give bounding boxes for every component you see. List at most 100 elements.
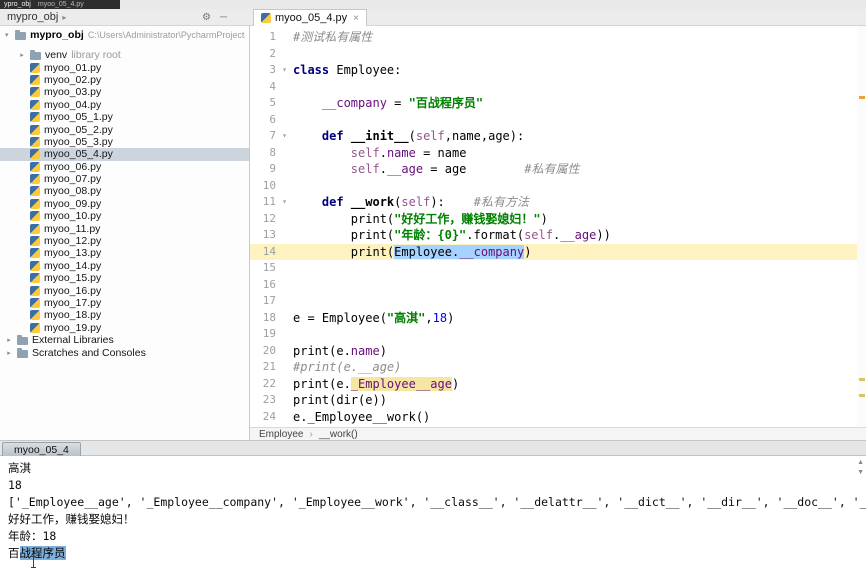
code-line-8[interactable]: 8 self.name = name bbox=[250, 145, 866, 162]
settings-gear-icon[interactable]: ⚙ bbox=[202, 11, 211, 24]
console-output-line-1: 高淇 bbox=[8, 460, 866, 477]
project-item-myoo_04-py[interactable]: myoo_04.py bbox=[0, 99, 249, 111]
expand-arrow-icon[interactable]: ▸ bbox=[5, 349, 13, 357]
item-name-label: myoo_07.py bbox=[44, 173, 102, 186]
fold-arrow-icon[interactable]: ▾ bbox=[276, 128, 293, 145]
project-root-row[interactable]: ▾ mypro_obj C:\Users\Administrator\Pycha… bbox=[0, 26, 249, 43]
expand-arrow-icon[interactable]: ▸ bbox=[5, 336, 13, 344]
code-token: 高淇 bbox=[8, 461, 31, 475]
editor-tab-myoo-05-4[interactable]: myoo_05_4.py × bbox=[253, 9, 368, 26]
expand-arrow-icon[interactable]: ▸ bbox=[18, 51, 26, 59]
code-line-11[interactable]: 11 ▾ def __work(self): #私有方法 bbox=[250, 194, 866, 211]
project-item-myoo_08-py[interactable]: myoo_08.py bbox=[0, 185, 249, 197]
code-line-24[interactable]: 24 e._Employee__work() bbox=[250, 409, 866, 426]
project-item-venv[interactable]: ▸ venv library root bbox=[0, 49, 249, 61]
code-line-14[interactable]: 14 print(Employee.__company) bbox=[250, 243, 866, 260]
fold-arrow-icon[interactable]: ▾ bbox=[276, 62, 293, 79]
project-item-myoo_18-py[interactable]: myoo_18.py bbox=[0, 309, 249, 321]
item-name-label: myoo_09.py bbox=[44, 197, 102, 210]
library-root-note: library root bbox=[71, 49, 121, 62]
code-token: #print(e.__age) bbox=[293, 360, 402, 374]
python-file-icon bbox=[30, 124, 40, 135]
editor-breadcrumbs: Employee › __work() bbox=[250, 427, 866, 440]
navbar-project-breadcrumb[interactable]: mypro_obj ▸ bbox=[7, 11, 66, 23]
project-item-myoo_03-py[interactable]: myoo_03.py bbox=[0, 86, 249, 98]
project-item-myoo_11-py[interactable]: myoo_11.py bbox=[0, 222, 249, 235]
project-item-myoo_05_3-py[interactable]: myoo_05_3.py bbox=[0, 136, 249, 148]
python-file-icon bbox=[30, 161, 40, 172]
editor-scrollbar[interactable] bbox=[857, 26, 866, 427]
code-line-2[interactable]: 2 bbox=[250, 46, 866, 63]
code-line-18[interactable]: 18 e = Employee("高淇",18) bbox=[250, 310, 866, 327]
line-number: 18 bbox=[262, 310, 276, 324]
gutter-spacer bbox=[276, 326, 293, 343]
project-item-myoo_05_4-py[interactable]: myoo_05_4.py bbox=[0, 148, 249, 161]
fold-arrow-icon[interactable]: ▾ bbox=[276, 194, 293, 211]
project-item-myoo_07-py[interactable]: myoo_07.py bbox=[0, 173, 249, 185]
project-item-myoo_02-py[interactable]: myoo_02.py bbox=[0, 74, 249, 86]
code-line-7[interactable]: 7 ▾ def __init__(self,name,age): bbox=[250, 128, 866, 145]
project-item-myoo_01-py[interactable]: myoo_01.py bbox=[0, 61, 249, 74]
code-line-9[interactable]: 9 self.__age = age #私有属性 bbox=[250, 161, 866, 178]
line-number: 3 bbox=[269, 63, 276, 76]
project-item-myoo_10-py[interactable]: myoo_10.py bbox=[0, 210, 249, 222]
project-item-scratches-and-consoles[interactable]: ▸ Scratches and Consoles bbox=[0, 346, 249, 359]
console-tab-myoo-05-4[interactable]: myoo_05_4 bbox=[2, 442, 81, 456]
code-line-1[interactable]: 1 #测试私有属性 bbox=[250, 29, 866, 46]
project-item-myoo_12-py[interactable]: myoo_12.py bbox=[0, 235, 249, 247]
project-item-myoo_17-py[interactable]: myoo_17.py bbox=[0, 297, 249, 309]
scroll-up-icon[interactable]: ▲ bbox=[857, 459, 864, 466]
gutter-spacer bbox=[276, 310, 293, 327]
python-file-icon bbox=[30, 112, 40, 123]
project-item-myoo_14-py[interactable]: myoo_14.py bbox=[0, 260, 249, 272]
breadcrumb-separator-icon: › bbox=[309, 428, 313, 440]
code-line-4[interactable]: 4 bbox=[250, 79, 866, 96]
code-text: print(e._Employee__age) bbox=[293, 376, 866, 393]
scrollbar-highlight-mark bbox=[859, 378, 865, 381]
run-console[interactable]: 高淇 18 ['_Employee__age', '_Employee__compa… bbox=[0, 456, 866, 575]
code-token: 18 bbox=[8, 478, 22, 492]
project-item-myoo_05_1-py[interactable]: myoo_05_1.py bbox=[0, 111, 249, 123]
project-item-myoo_05_2-py[interactable]: myoo_05_2.py bbox=[0, 123, 249, 136]
project-item-myoo_19-py[interactable]: myoo_19.py bbox=[0, 322, 249, 334]
project-item-myoo_15-py[interactable]: myoo_15.py bbox=[0, 272, 249, 284]
item-name-label: myoo_08.py bbox=[44, 185, 102, 198]
code-line-6[interactable]: 6 bbox=[250, 112, 866, 129]
project-item-myoo_06-py[interactable]: myoo_06.py bbox=[0, 161, 249, 173]
code-line-10[interactable]: 10 bbox=[250, 178, 866, 195]
project-item-myoo_09-py[interactable]: myoo_09.py bbox=[0, 198, 249, 210]
project-item-external-libraries[interactable]: ▸ External Libraries bbox=[0, 334, 249, 346]
collapse-arrow-icon[interactable]: ▾ bbox=[5, 31, 11, 39]
code-line-16[interactable]: 16 bbox=[250, 277, 866, 294]
code-line-21[interactable]: 21 #print(e.__age) bbox=[250, 359, 866, 376]
code-token: = name bbox=[415, 145, 467, 160]
project-item-myoo_13-py[interactable]: myoo_13.py bbox=[0, 247, 249, 259]
breadcrumb-class[interactable]: Employee bbox=[259, 429, 303, 440]
code-line-13[interactable]: 13 print("年龄：{0}".format(self.__age)) bbox=[250, 227, 866, 244]
code-token: def bbox=[321, 195, 351, 209]
breadcrumb-method[interactable]: __work() bbox=[319, 429, 358, 440]
code-line-3[interactable]: 3 ▾ class Employee: bbox=[250, 62, 866, 79]
code-line-5[interactable]: 5 __company = "百战程序员" bbox=[250, 95, 866, 112]
code-editor[interactable]: 1 #测试私有属性 2 3 ▾ class Employee: 4 5 __company =… bbox=[250, 26, 866, 427]
code-line-22[interactable]: 22 print(e._Employee__age) bbox=[250, 376, 866, 393]
hide-panel-icon[interactable]: ─ bbox=[220, 11, 227, 24]
code-line-17[interactable]: 17 bbox=[250, 293, 866, 310]
item-name-label: myoo_06.py bbox=[44, 160, 102, 173]
code-line-12[interactable]: 12 print("好好工作，赚钱娶媳妇！") bbox=[250, 211, 866, 228]
line-number: 7 bbox=[269, 129, 276, 142]
line-number: 4 bbox=[269, 79, 276, 93]
python-file-icon bbox=[30, 298, 40, 308]
code-line-20[interactable]: 20 print(e.name) bbox=[250, 343, 866, 360]
project-item-myoo_16-py[interactable]: myoo_16.py bbox=[0, 284, 249, 297]
line-number: 11 bbox=[262, 195, 276, 208]
scroll-down-icon[interactable]: ▼ bbox=[857, 469, 864, 476]
code-token: ): bbox=[430, 195, 445, 209]
code-token: #私有属性 bbox=[524, 162, 580, 176]
code-line-19[interactable]: 19 bbox=[250, 326, 866, 343]
close-tab-icon[interactable]: × bbox=[353, 13, 359, 24]
code-line-23[interactable]: 23 print(dir(e)) bbox=[250, 392, 866, 409]
code-line-15[interactable]: 15 bbox=[250, 260, 866, 277]
python-file-icon bbox=[261, 13, 271, 23]
